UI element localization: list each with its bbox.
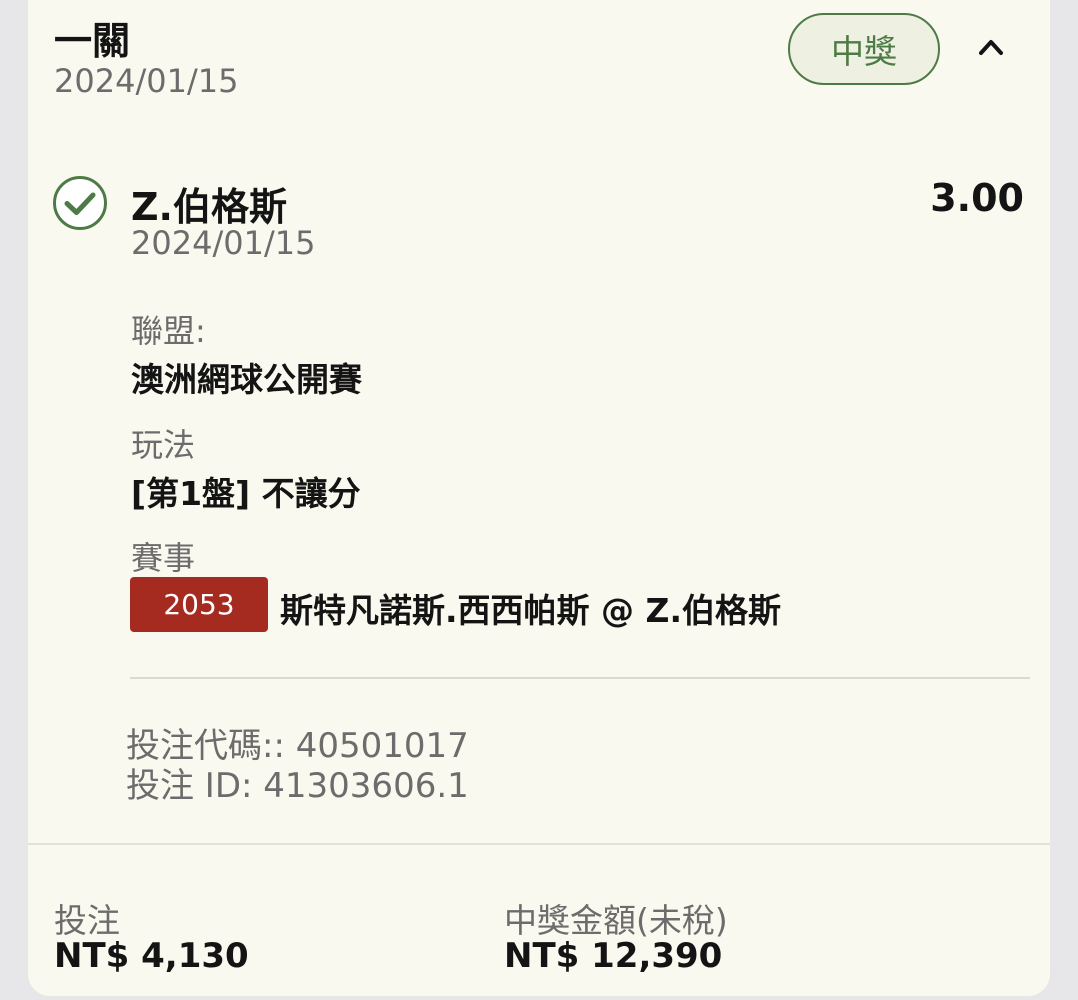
market-value: [第1盤] 不讓分 (131, 474, 361, 513)
event-label: 賽事 (131, 539, 196, 577)
selection-date: 2024/01/15 (131, 224, 316, 262)
payout-label: 中獎金額(未稅) (504, 901, 728, 940)
bet-slip-card: 一關 2024/01/15 中獎 Z.伯格斯 2024/01/15 3.00 聯… (28, 0, 1050, 996)
chevron-up-icon[interactable] (976, 34, 1006, 58)
selection-name: Z.伯格斯 (131, 185, 287, 229)
bet-date: 2024/01/15 (54, 62, 239, 100)
status-badge: 中獎 (788, 13, 940, 85)
event-code-badge: 2053 (130, 577, 268, 632)
bet-type-title: 一關 (54, 19, 131, 63)
check-circle-icon (53, 176, 107, 230)
event-name: 斯特凡諾斯.西西帕斯 @ Z.伯格斯 (280, 591, 781, 630)
stake-label: 投注 (54, 901, 120, 940)
league-label: 聯盟: (131, 312, 206, 350)
footer-divider (28, 843, 1050, 845)
payout-value: NT$ 12,390 (504, 936, 723, 976)
divider (130, 677, 1030, 679)
odds-value: 3.00 (930, 176, 1024, 220)
market-label: 玩法 (131, 426, 196, 464)
bet-id: 投注 ID: 41303606.1 (126, 766, 469, 806)
league-value: 澳洲網球公開賽 (131, 360, 362, 399)
stake-value: NT$ 4,130 (54, 936, 249, 976)
